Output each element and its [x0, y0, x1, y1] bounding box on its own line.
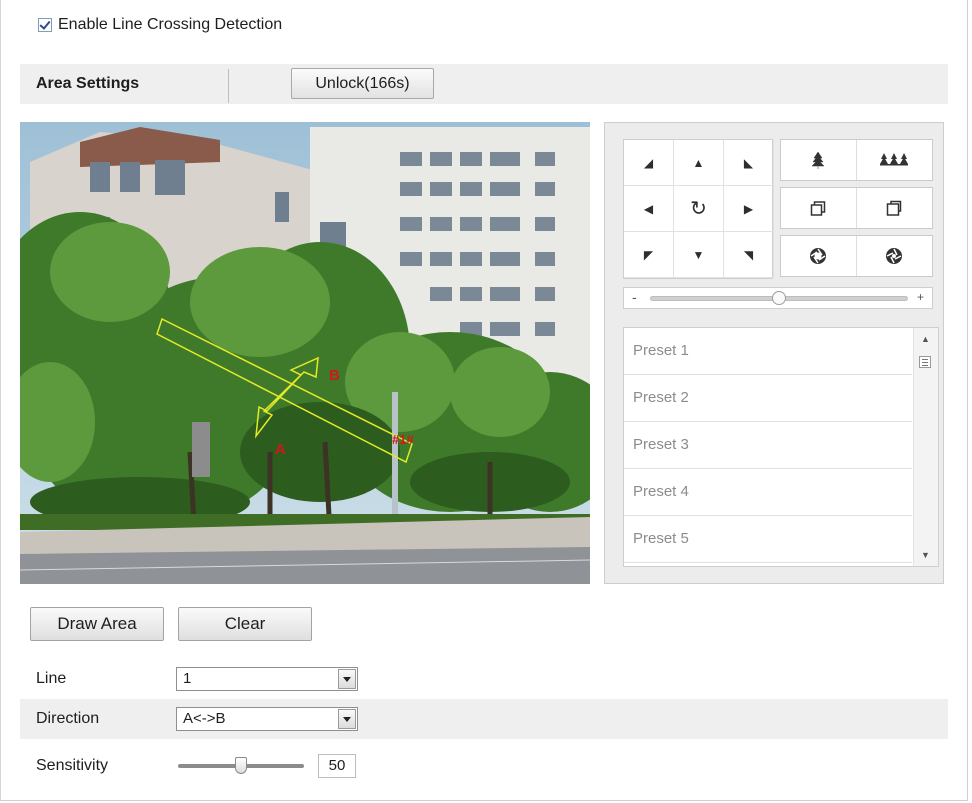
- line-label: Line: [36, 670, 67, 687]
- direction-row: Direction A<->B: [20, 699, 948, 739]
- speed-thumb[interactable]: [772, 291, 786, 305]
- unlock-button[interactable]: Unlock(166s): [291, 68, 434, 99]
- arrow-left-icon[interactable]: ◀: [624, 186, 674, 232]
- draw-area-button[interactable]: Draw Area: [30, 607, 164, 641]
- area-settings-title: Area Settings: [36, 75, 140, 92]
- preset-item[interactable]: Preset 3: [624, 422, 912, 469]
- scroll-down-icon[interactable]: ▼: [921, 550, 930, 560]
- focus-near-icon[interactable]: [781, 188, 857, 228]
- direction-label: Direction: [36, 710, 100, 727]
- direction-select-value: A<->B: [183, 710, 226, 727]
- video-scene: B A #1#: [20, 122, 590, 584]
- overlay-label-b: B: [329, 367, 340, 384]
- chevron-down-icon[interactable]: [338, 709, 356, 729]
- iris-open-icon[interactable]: [781, 236, 857, 276]
- ptz-control-panel: ◢ ▲ ◣ ◀ ↻ ▶ ◤ ▼ ◥ - + Preset 1 Preset 2 …: [604, 122, 944, 584]
- preset-list: Preset 1 Preset 2 Preset 3 Preset 4 Pres…: [623, 327, 939, 567]
- area-settings-bar: Area Settings Unlock(166s): [20, 64, 948, 104]
- divider: [228, 69, 229, 103]
- scroll-thumb[interactable]: [919, 356, 931, 368]
- overlay-line-id: #1#: [392, 432, 414, 447]
- arrow-down-right-icon[interactable]: ◥: [724, 232, 774, 278]
- clear-button[interactable]: Clear: [178, 607, 312, 641]
- preset-item[interactable]: Preset 2: [624, 375, 912, 422]
- preset-item[interactable]: Preset 1: [624, 328, 912, 375]
- chevron-down-icon[interactable]: [338, 669, 356, 689]
- auto-rotate-icon[interactable]: ↻: [674, 186, 724, 232]
- sensitivity-label: Sensitivity: [36, 757, 109, 774]
- live-video-view[interactable]: B A #1#: [20, 122, 590, 584]
- arrow-up-left-icon[interactable]: ◢: [624, 140, 674, 186]
- direction-select[interactable]: A<->B: [176, 707, 358, 731]
- sensitivity-value[interactable]: 50: [318, 754, 356, 778]
- scroll-up-icon[interactable]: ▲: [921, 334, 930, 344]
- sensitivity-slider[interactable]: [178, 757, 304, 774]
- focus-buttons: [780, 187, 933, 229]
- line-select[interactable]: 1: [176, 667, 358, 691]
- speed-minus-icon[interactable]: -: [632, 289, 637, 305]
- iris-close-icon[interactable]: [857, 236, 933, 276]
- iris-buttons: [780, 235, 933, 277]
- zoom-buttons: [780, 139, 933, 181]
- arrow-down-left-icon[interactable]: ◤: [624, 232, 674, 278]
- arrow-down-icon[interactable]: ▼: [674, 232, 724, 278]
- sensitivity-row: Sensitivity 50: [20, 746, 948, 786]
- enable-line-crossing[interactable]: Enable Line Crossing Detection: [38, 16, 282, 34]
- overlay-label-a: A: [275, 441, 286, 458]
- preset-item[interactable]: Preset 4: [624, 469, 912, 516]
- arrow-up-right-icon[interactable]: ◣: [724, 140, 774, 186]
- sensitivity-slider-thumb[interactable]: [235, 757, 247, 774]
- arrow-right-icon[interactable]: ▶: [724, 186, 774, 232]
- direction-pad: ◢ ▲ ◣ ◀ ↻ ▶ ◤ ▼ ◥: [623, 139, 774, 279]
- zoom-in-icon[interactable]: [781, 140, 857, 180]
- ptz-speed-slider[interactable]: - +: [623, 287, 933, 309]
- enable-checkbox-label: Enable Line Crossing Detection: [58, 16, 283, 33]
- line-select-value: 1: [183, 670, 192, 687]
- preset-scrollbar[interactable]: ▲ ▼: [913, 328, 938, 566]
- speed-plus-icon[interactable]: +: [917, 290, 924, 304]
- line-row: Line 1: [20, 659, 948, 699]
- focus-far-icon[interactable]: [857, 188, 933, 228]
- arrow-up-icon[interactable]: ▲: [674, 140, 724, 186]
- zoom-out-icon[interactable]: [857, 140, 933, 180]
- preset-item[interactable]: Preset 5: [624, 516, 912, 563]
- enable-checkbox[interactable]: [38, 18, 52, 32]
